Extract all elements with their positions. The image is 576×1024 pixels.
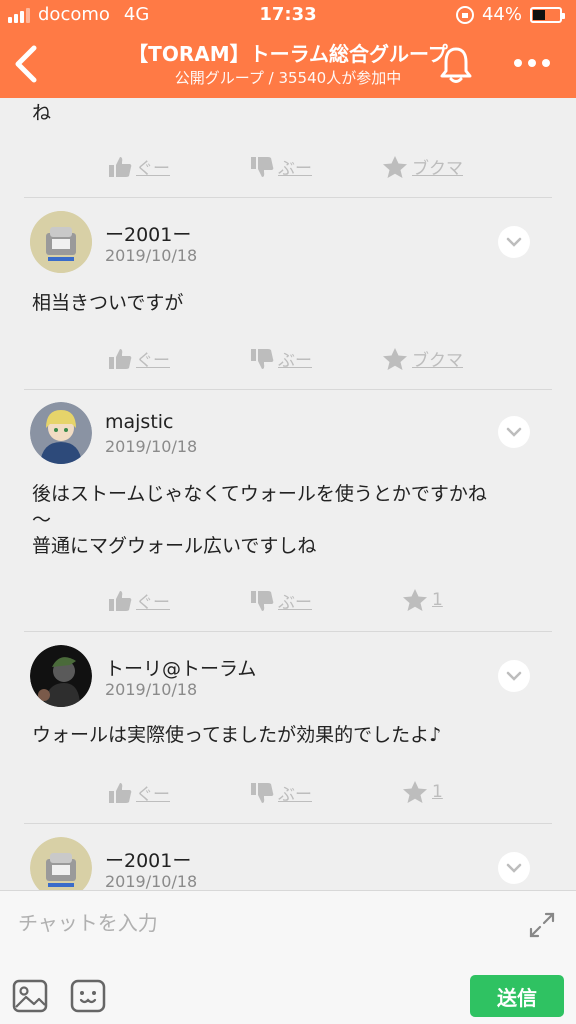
post-date: 2019/10/18	[105, 437, 198, 456]
bookmark-button[interactable]: ブクマ	[382, 154, 463, 179]
bookmark-button[interactable]: 1	[402, 588, 443, 612]
thumbs-up-icon	[109, 782, 132, 803]
message-line: 〜	[32, 509, 52, 531]
group-subtitle: 公開グループ / 35540人が参加中	[174, 69, 402, 87]
dislike-label: ぶー	[278, 159, 312, 179]
post-actions: ぐー ぶー ブクマ	[24, 346, 552, 376]
chat-input[interactable]	[18, 903, 508, 943]
dislike-label: ぶー	[278, 593, 312, 613]
like-button[interactable]: ぐー	[108, 780, 170, 805]
more-menu-icon[interactable]	[514, 52, 556, 74]
rotation-lock-icon	[455, 5, 474, 24]
app-header: docomo 4G 17:33 44% 【TORAM】トーラム総合グループ 公開…	[0, 0, 576, 98]
bookmark-count: 1	[432, 590, 443, 610]
like-label: ぐー	[136, 785, 170, 805]
like-label: ぐー	[136, 159, 170, 179]
thumbs-up-icon	[109, 156, 132, 177]
post-date: 2019/10/18	[105, 680, 198, 699]
post-menu-button[interactable]	[498, 852, 530, 884]
back-arrow-icon[interactable]	[10, 44, 42, 84]
bookmark-label: ブクマ	[412, 159, 463, 179]
avatar[interactable]	[30, 211, 92, 273]
status-bar: docomo 4G 17:33 44%	[0, 0, 576, 30]
thumbs-up-icon	[109, 590, 132, 611]
chat-composer: 送信	[0, 890, 576, 1024]
post-menu-button[interactable]	[498, 416, 530, 448]
bookmark-count: 1	[432, 782, 443, 802]
avatar[interactable]	[30, 837, 92, 890]
dislike-label: ぶー	[278, 351, 312, 371]
post-message: 相当きついですが	[32, 292, 184, 314]
post-author[interactable]: ー2001ー	[105, 220, 191, 247]
like-label: ぐー	[136, 593, 170, 613]
like-button[interactable]: ぐー	[108, 346, 170, 371]
like-label: ぐー	[136, 351, 170, 371]
dislike-button[interactable]: ぶー	[250, 154, 312, 179]
thumbs-down-icon	[251, 782, 274, 803]
chat-post: ー2001ー 2019/10/18	[24, 824, 552, 890]
message-line: 後はストームじゃなくてウォールを使うとかですかね	[32, 483, 487, 505]
star-icon	[383, 347, 407, 370]
avatar[interactable]	[30, 402, 92, 464]
post-message: ね	[32, 102, 52, 124]
post-author[interactable]: トーリ@トーラム	[105, 654, 256, 681]
post-actions: ぐー ぶー ブクマ	[24, 154, 552, 184]
post-actions: ぐー ぶー 1	[24, 588, 552, 618]
bookmark-label: ブクマ	[412, 351, 463, 371]
post-author[interactable]: ー2001ー	[105, 846, 191, 873]
star-icon	[403, 589, 427, 611]
bookmark-button[interactable]: 1	[402, 780, 443, 804]
message-line: 普通にマグウォール広いですしね	[32, 535, 317, 557]
dislike-button[interactable]: ぶー	[250, 346, 312, 371]
chat-post: majstic 2019/10/18 後はストームじゃなくてウォールを使うとかで…	[24, 390, 552, 632]
post-date: 2019/10/18	[105, 246, 198, 265]
bell-icon[interactable]	[438, 44, 474, 84]
star-icon	[383, 155, 407, 178]
chat-feed[interactable]: ね ぐー ぶー ブクマ ー2001ー 2019/10/18 相当きついですが ぐ…	[0, 98, 576, 890]
post-message: 後はストームじゃなくてウォールを使うとかですかね 〜 普通にマグウォール広いです…	[32, 481, 542, 559]
chat-post: トーリ@トーラム 2019/10/18 ウォールは実際使ってましたが効果的でした…	[24, 632, 552, 824]
star-icon	[403, 781, 427, 803]
dislike-label: ぶー	[278, 785, 312, 805]
post-menu-button[interactable]	[498, 226, 530, 258]
battery-percent: 44%	[481, 4, 522, 25]
chat-post: ね ぐー ぶー ブクマ	[24, 98, 552, 198]
post-message: ウォールは実際使ってましたが効果的でしたよ♪	[32, 724, 442, 746]
expand-icon[interactable]	[528, 911, 556, 939]
post-date: 2019/10/18	[105, 872, 198, 890]
dislike-button[interactable]: ぶー	[250, 780, 312, 805]
image-icon[interactable]	[12, 979, 48, 1013]
chevron-down-icon	[506, 671, 522, 681]
like-button[interactable]: ぐー	[108, 154, 170, 179]
chevron-down-icon	[506, 863, 522, 873]
sticker-icon[interactable]	[70, 979, 106, 1013]
thumbs-down-icon	[251, 348, 274, 369]
post-menu-button[interactable]	[498, 660, 530, 692]
post-author[interactable]: majstic	[105, 411, 174, 433]
group-title: 【TORAM】トーラム総合グループ	[128, 42, 448, 66]
battery-icon	[530, 6, 565, 23]
chevron-down-icon	[506, 237, 522, 247]
thumbs-down-icon	[251, 156, 274, 177]
dislike-button[interactable]: ぶー	[250, 588, 312, 613]
chat-post: ー2001ー 2019/10/18 相当きついですが ぐー ぶー ブクマ	[24, 198, 552, 390]
thumbs-down-icon	[251, 590, 274, 611]
bookmark-button[interactable]: ブクマ	[382, 346, 463, 371]
post-actions: ぐー ぶー 1	[24, 780, 552, 810]
chevron-down-icon	[506, 427, 522, 437]
avatar[interactable]	[30, 645, 92, 707]
like-button[interactable]: ぐー	[108, 588, 170, 613]
thumbs-up-icon	[109, 348, 132, 369]
send-button[interactable]: 送信	[470, 975, 564, 1017]
